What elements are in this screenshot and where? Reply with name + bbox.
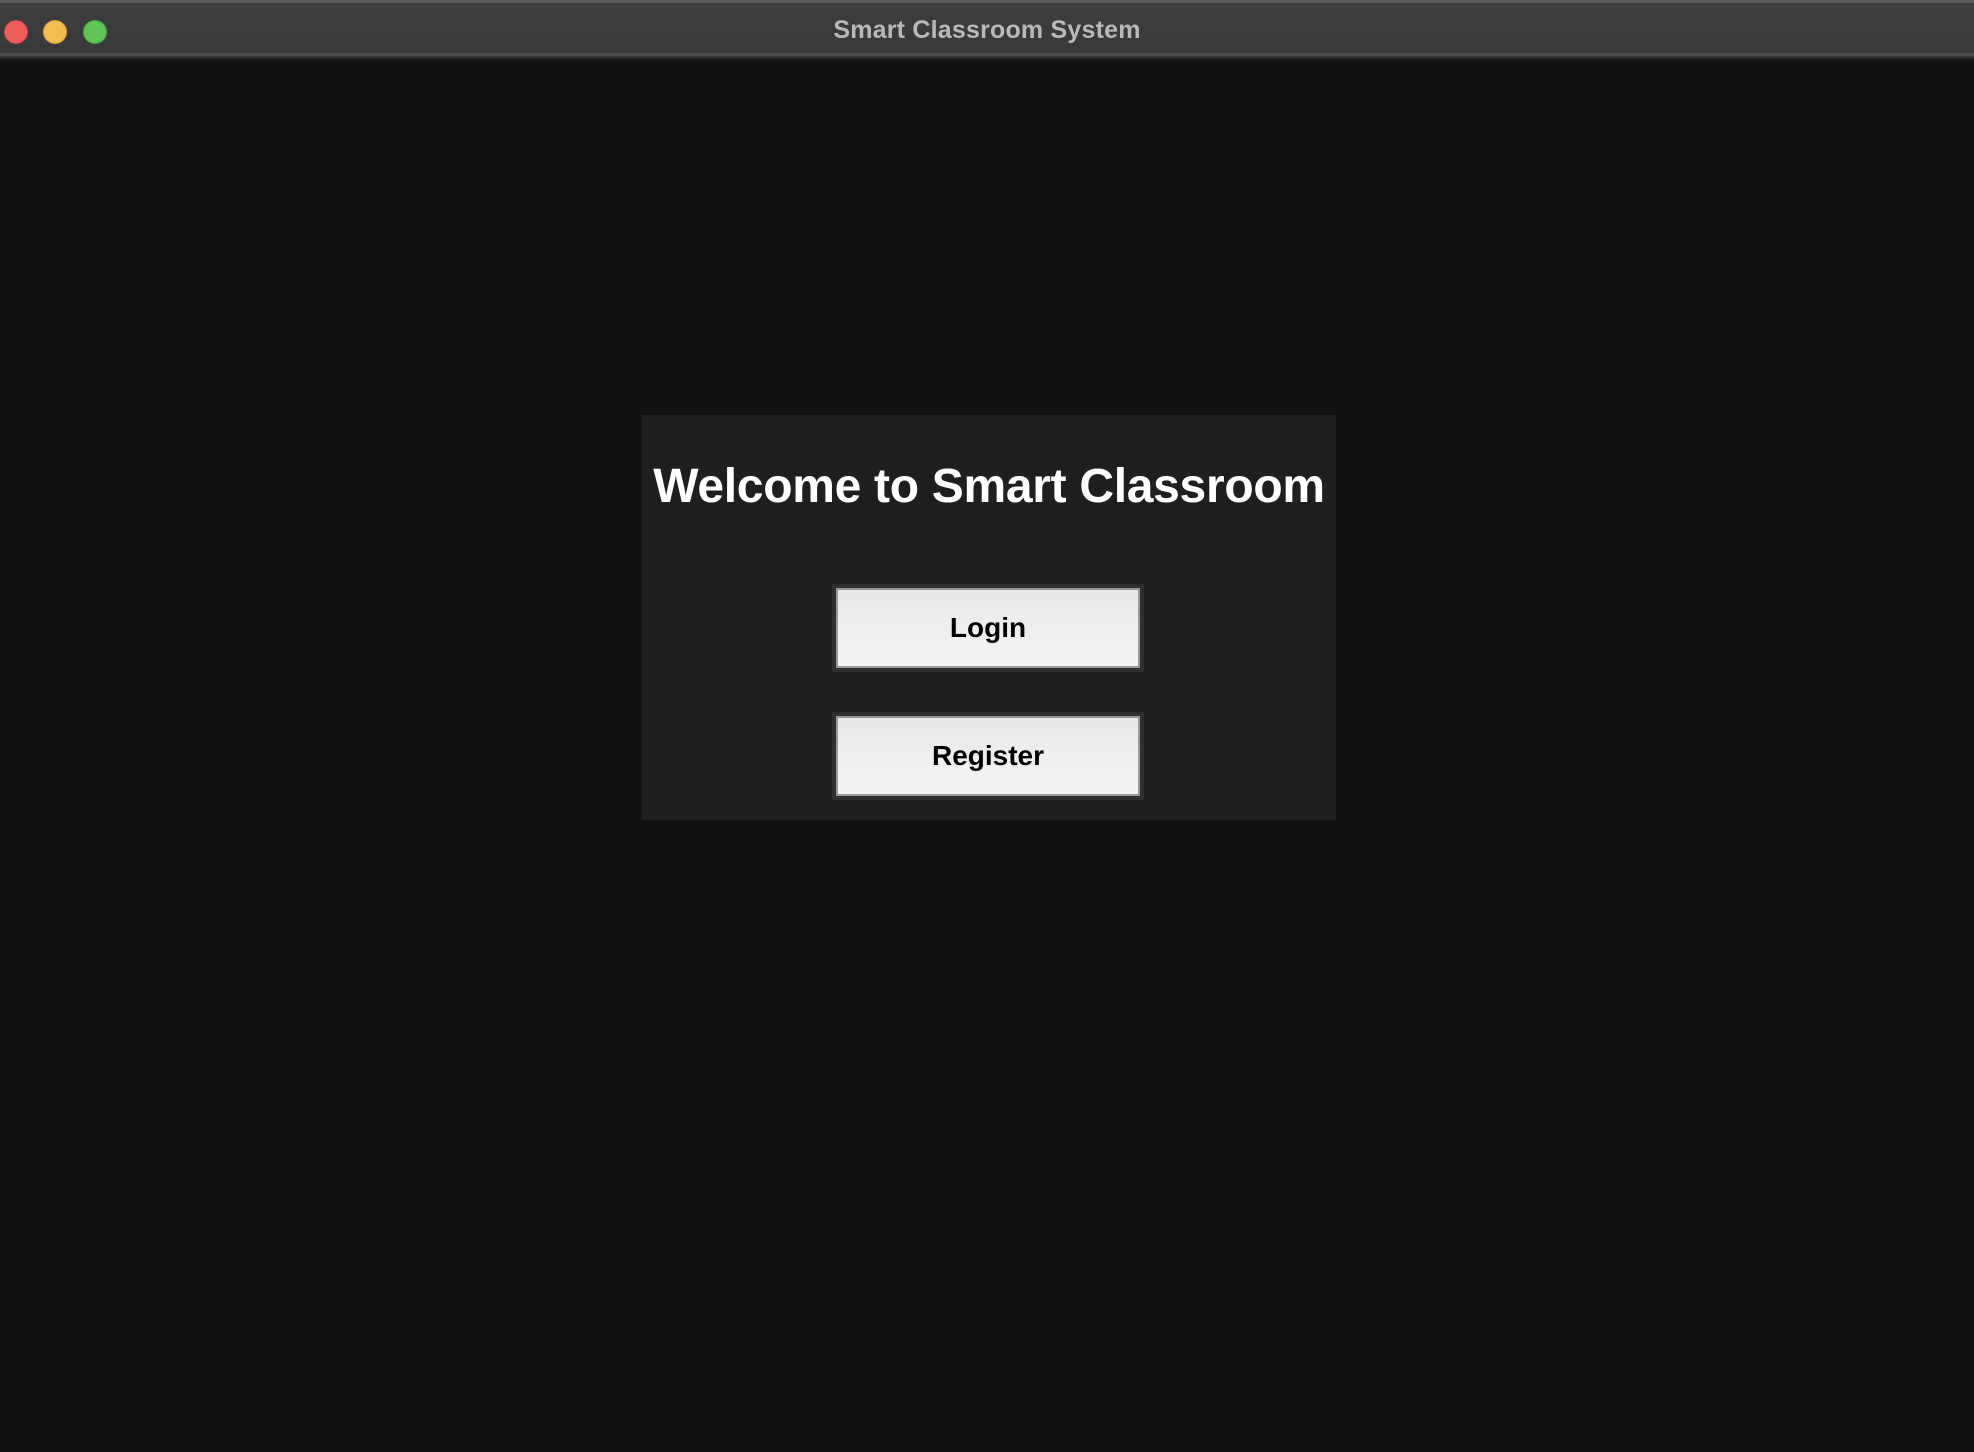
welcome-panel: Welcome to Smart Classroom Login Registe… — [642, 415, 1336, 820]
register-button[interactable]: Register — [836, 716, 1140, 796]
main-content: Welcome to Smart Classroom Login Registe… — [0, 60, 1974, 1452]
login-button[interactable]: Login — [836, 588, 1140, 668]
window-title: Smart Classroom System — [833, 16, 1141, 44]
register-button-frame: Register — [832, 712, 1144, 800]
login-button-frame: Login — [832, 584, 1144, 672]
title-bar[interactable]: Smart Classroom System — [0, 0, 1974, 60]
app-window: Smart Classroom System Welcome to Smart … — [0, 0, 1974, 1452]
welcome-heading: Welcome to Smart Classroom — [653, 460, 1325, 513]
